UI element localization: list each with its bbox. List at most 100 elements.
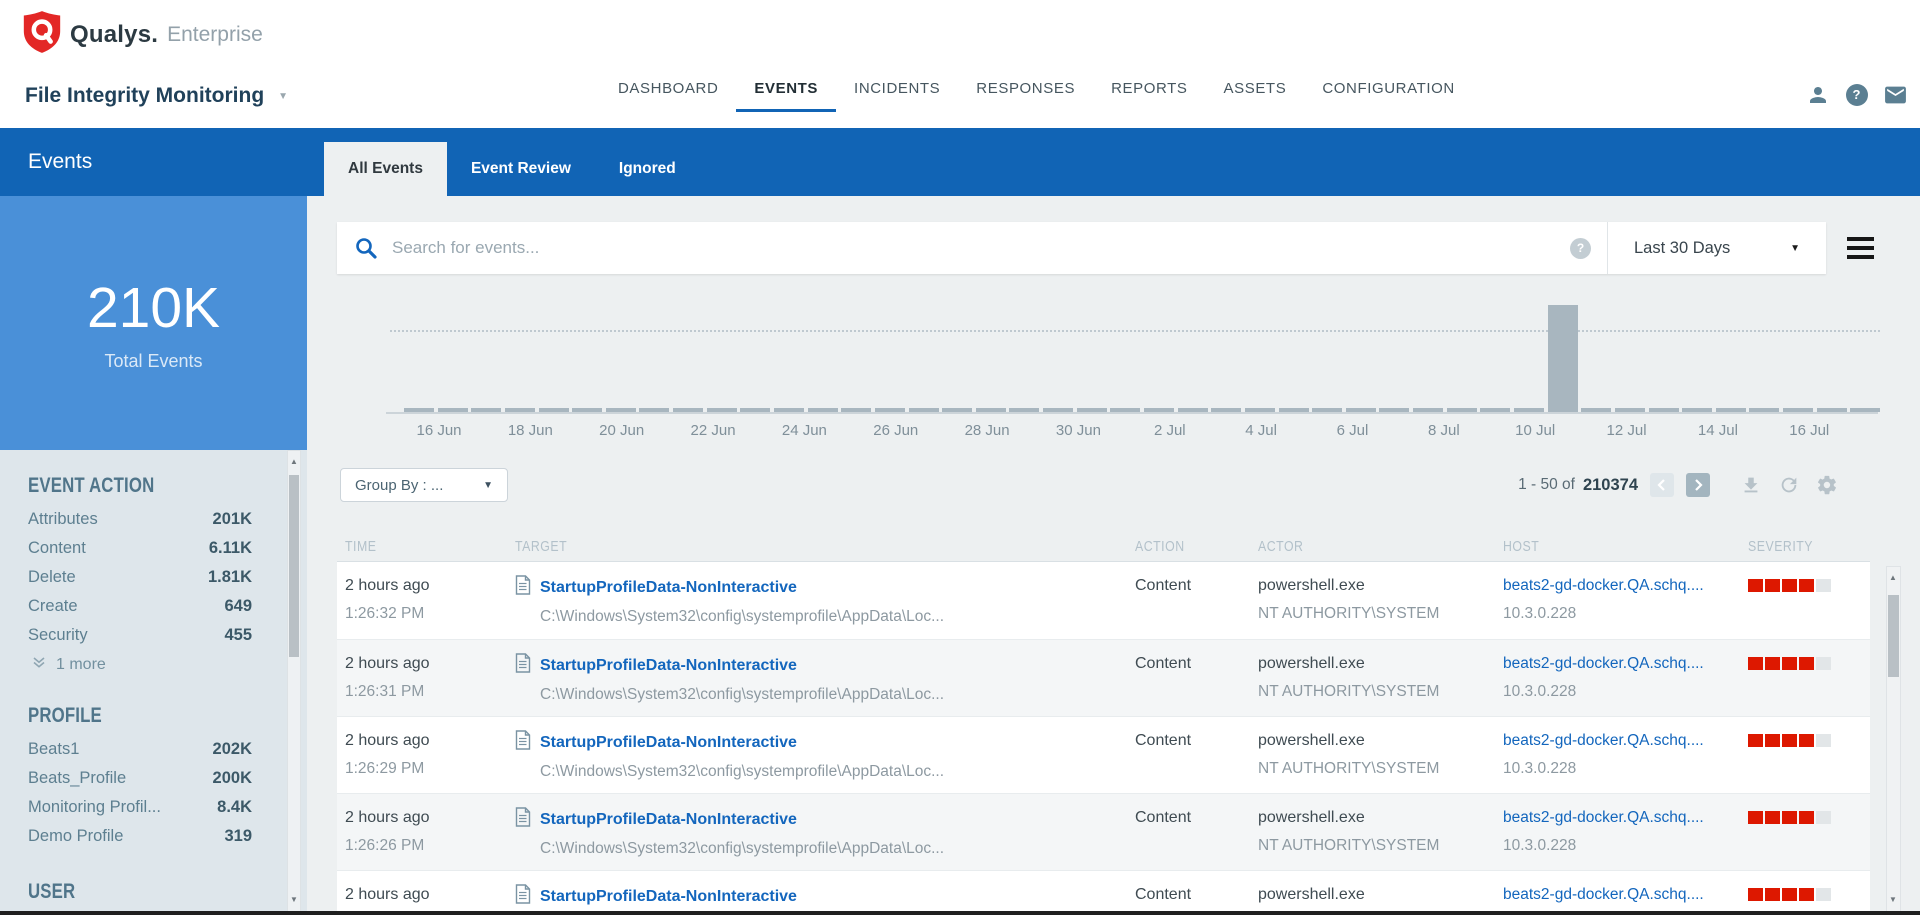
sidebar-scrollbar[interactable]: ▲ ▼ <box>287 450 301 915</box>
group-by-dropdown[interactable]: Group By : ... ▼ <box>340 468 508 502</box>
chart-bar[interactable] <box>1581 408 1611 412</box>
user-icon[interactable] <box>1805 82 1830 107</box>
chart-bar[interactable] <box>505 408 535 412</box>
facet-item-demo-profile[interactable]: Demo Profile319 <box>28 827 252 846</box>
nav-item-responses[interactable]: RESPONSES <box>958 80 1093 112</box>
nav-item-reports[interactable]: REPORTS <box>1093 80 1205 112</box>
next-page-button[interactable] <box>1686 473 1710 497</box>
facet-item-create[interactable]: Create649 <box>28 597 252 616</box>
host-link[interactable]: beats2-gd-docker.QA.schq.... <box>1503 653 1748 675</box>
chart-bar[interactable] <box>1245 408 1275 412</box>
chart-bar[interactable] <box>1716 408 1746 412</box>
tab-event-review[interactable]: Event Review <box>447 142 595 196</box>
chart-bar[interactable] <box>1043 408 1073 412</box>
table-row[interactable]: 2 hours ago1:26:31 PMStartupProfileData-… <box>337 639 1870 716</box>
chart-bar[interactable] <box>1817 408 1847 412</box>
table-row[interactable]: 2 hours ago1:26:29 PMStartupProfileData-… <box>337 716 1870 793</box>
download-icon[interactable] <box>1740 474 1762 496</box>
search-help-icon[interactable]: ? <box>1570 238 1591 259</box>
table-row[interactable]: 2 hours ago1:26:32 PMStartupProfileData-… <box>337 562 1870 639</box>
table-row[interactable]: 2 hours ago1:26:26 PMStartupProfileData-… <box>337 793 1870 870</box>
chart-bar[interactable] <box>1514 408 1544 412</box>
chart-bar[interactable] <box>1850 408 1880 412</box>
chart-bar[interactable] <box>572 408 602 412</box>
nav-item-dashboard[interactable]: DASHBOARD <box>600 80 736 112</box>
nav-item-incidents[interactable]: INCIDENTS <box>836 80 958 112</box>
host-link[interactable]: beats2-gd-docker.QA.schq.... <box>1503 807 1748 829</box>
chart-bar[interactable] <box>1783 408 1813 412</box>
chart-bar[interactable] <box>1413 408 1443 412</box>
chart-bar[interactable] <box>471 408 501 412</box>
scroll-down-icon[interactable]: ▼ <box>288 895 300 904</box>
events-timeline-chart[interactable]: 16 Jun18 Jun20 Jun22 Jun24 Jun26 Jun28 J… <box>390 294 1870 442</box>
chart-bar[interactable] <box>639 408 669 412</box>
host-link[interactable]: beats2-gd-docker.QA.schq.... <box>1503 575 1748 597</box>
scrollbar-thumb[interactable] <box>289 475 299 657</box>
target-link[interactable]: StartupProfileData-NonInteractive <box>540 577 797 599</box>
chart-bar[interactable] <box>1077 408 1107 412</box>
chart-bar[interactable] <box>1312 408 1342 412</box>
app-switcher[interactable]: File Integrity Monitoring ▼ <box>25 84 288 108</box>
chart-bar[interactable] <box>1178 408 1208 412</box>
facet-item-attributes[interactable]: Attributes201K <box>28 510 252 529</box>
chart-bar[interactable] <box>774 408 804 412</box>
chart-bar[interactable] <box>1749 408 1779 412</box>
chart-bar[interactable] <box>808 408 838 412</box>
chart-bar[interactable] <box>1379 408 1409 412</box>
chart-bar[interactable] <box>1211 408 1241 412</box>
chart-bar[interactable] <box>1009 408 1039 412</box>
nav-item-assets[interactable]: ASSETS <box>1206 80 1305 112</box>
table-scrollbar[interactable]: ▲ ▼ <box>1886 566 1901 915</box>
settings-gear-icon[interactable] <box>1816 474 1838 496</box>
prev-page-button[interactable] <box>1650 473 1674 497</box>
scroll-up-icon[interactable]: ▲ <box>288 457 300 466</box>
nav-item-events[interactable]: EVENTS <box>736 80 836 112</box>
column-header-actor[interactable]: ACTOR <box>1258 538 1503 556</box>
host-link[interactable]: beats2-gd-docker.QA.schq.... <box>1503 730 1748 752</box>
chart-bar[interactable] <box>841 408 871 412</box>
column-header-target[interactable]: TARGET <box>515 538 1135 556</box>
chart-bar[interactable] <box>707 408 737 412</box>
host-link[interactable]: beats2-gd-docker.QA.schq.... <box>1503 884 1748 906</box>
chart-bar[interactable] <box>1682 408 1712 412</box>
facet-item-content[interactable]: Content6.11K <box>28 539 252 558</box>
chart-bar[interactable] <box>1548 305 1578 412</box>
chart-bar[interactable] <box>740 408 770 412</box>
chart-bar[interactable] <box>1110 408 1140 412</box>
scrollbar-thumb[interactable] <box>1888 595 1899 677</box>
chart-bar[interactable] <box>875 408 905 412</box>
refresh-icon[interactable] <box>1778 474 1800 496</box>
column-header-action[interactable]: ACTION <box>1135 538 1258 556</box>
chart-bar[interactable] <box>942 408 972 412</box>
target-link[interactable]: StartupProfileData-NonInteractive <box>540 809 797 831</box>
target-link[interactable]: StartupProfileData-NonInteractive <box>540 886 797 908</box>
chart-bar[interactable] <box>909 408 939 412</box>
chart-bar[interactable] <box>1480 408 1510 412</box>
scroll-down-icon[interactable]: ▼ <box>1887 895 1899 904</box>
chart-bar[interactable] <box>539 408 569 412</box>
scroll-up-icon[interactable]: ▲ <box>1887 573 1899 582</box>
facet-item-monitoring-profil-[interactable]: Monitoring Profil...8.4K <box>28 798 252 817</box>
facet-item-delete[interactable]: Delete1.81K <box>28 568 252 587</box>
chart-bar[interactable] <box>1615 408 1645 412</box>
search-input[interactable] <box>392 238 1570 258</box>
chart-bar[interactable] <box>606 408 636 412</box>
chart-bar[interactable] <box>1346 408 1376 412</box>
nav-item-configuration[interactable]: CONFIGURATION <box>1304 80 1473 112</box>
chart-bar[interactable] <box>1279 408 1309 412</box>
chart-bar[interactable] <box>404 408 434 412</box>
column-header-time[interactable]: TIME <box>345 538 515 556</box>
chart-bar[interactable] <box>976 408 1006 412</box>
help-icon[interactable]: ? <box>1844 82 1869 107</box>
tab-ignored[interactable]: Ignored <box>595 142 700 196</box>
table-row[interactable]: 2 hours agoStartupProfileData-NonInterac… <box>337 870 1870 915</box>
chart-bar[interactable] <box>1649 408 1679 412</box>
facet-more-link[interactable]: 1 more <box>32 655 307 674</box>
facet-item-beats-profile[interactable]: Beats_Profile200K <box>28 769 252 788</box>
chart-bar[interactable] <box>673 408 703 412</box>
column-header-severity[interactable]: SEVERITY <box>1748 538 1870 556</box>
time-range-dropdown[interactable]: Last 30 Days ▼ <box>1608 222 1826 274</box>
chart-bar[interactable] <box>1144 408 1174 412</box>
chart-bar[interactable] <box>1447 408 1477 412</box>
mail-icon[interactable] <box>1883 82 1908 107</box>
